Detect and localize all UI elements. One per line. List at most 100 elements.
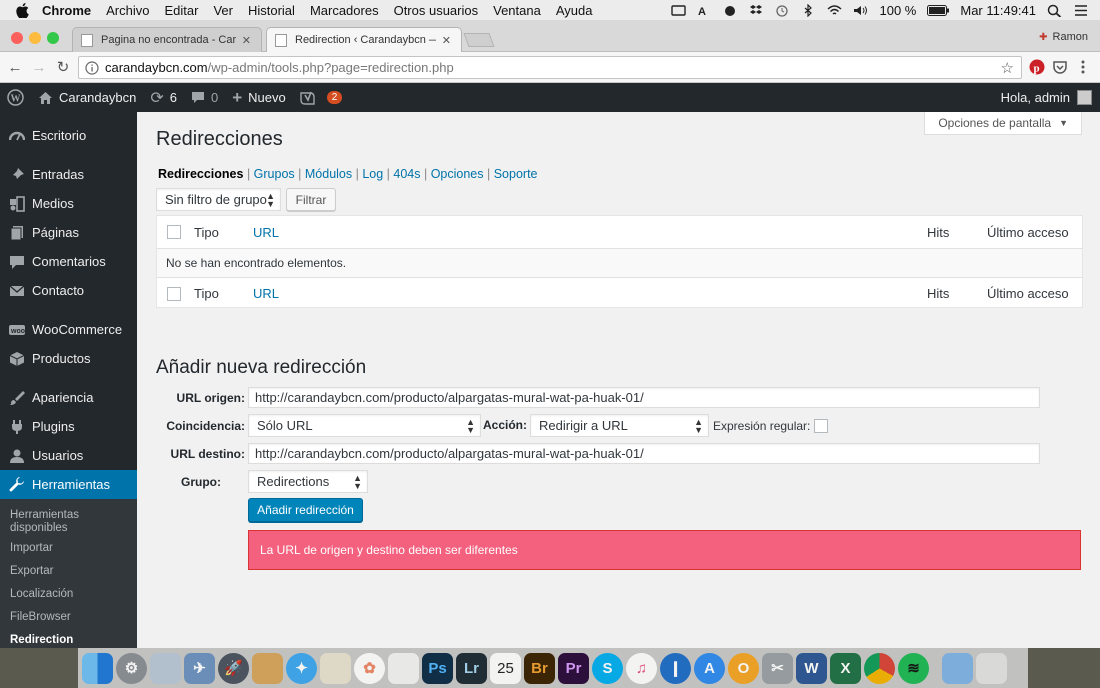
sidebar-item-paginas[interactable]: Páginas (0, 218, 137, 247)
submenu-exportar[interactable]: Exportar (0, 561, 137, 584)
column-header-url[interactable]: URL (253, 225, 279, 240)
sidebar-item-comentarios[interactable]: Comentarios (0, 247, 137, 276)
contacts-icon[interactable] (320, 652, 351, 684)
subnav-modulos[interactable]: Módulos (305, 167, 352, 181)
pinterest-extension-icon[interactable]: p (1029, 59, 1045, 75)
finder-icon[interactable] (82, 652, 113, 684)
submenu-redirection[interactable]: Redirection (0, 630, 137, 648)
1password-icon[interactable]: ❙ (660, 652, 691, 684)
calendar-icon[interactable]: 25 (490, 652, 521, 684)
menubar-clock[interactable]: Mar 11:49:41 (960, 3, 1036, 18)
new-content-link[interactable]: + Nuevo (232, 88, 286, 108)
dropbox-icon[interactable] (749, 4, 764, 17)
window-zoom-button[interactable] (47, 32, 59, 44)
comments-link[interactable]: 0 (191, 90, 218, 105)
time-machine-icon[interactable] (775, 4, 790, 17)
back-arrow-icon[interactable]: ← (6, 58, 24, 76)
menu-ayuda[interactable]: Ayuda (556, 3, 593, 18)
add-redirection-button[interactable]: Añadir redirección (248, 498, 363, 522)
submenu-herramientas-disponibles[interactable]: Herramientas disponibles (0, 502, 137, 538)
skype-icon[interactable]: S (592, 652, 623, 684)
menu-archivo[interactable]: Archivo (106, 3, 149, 18)
word-icon[interactable]: W (796, 652, 827, 684)
filter-button[interactable]: Filtrar (286, 188, 336, 211)
account-menu[interactable]: Hola, admin (1001, 83, 1092, 112)
subnav-opciones[interactable]: Opciones (431, 167, 484, 181)
vlc-icon[interactable]: O (728, 652, 759, 684)
wifi-icon[interactable] (827, 4, 842, 17)
pocket-extension-icon[interactable] (1052, 59, 1068, 75)
lightroom-icon[interactable]: Lr (456, 652, 487, 684)
adobe-icon[interactable]: A (697, 4, 712, 18)
new-tab-button[interactable] (463, 33, 495, 47)
chrome-icon[interactable] (864, 652, 895, 684)
subnav-redirecciones[interactable]: Redirecciones (158, 167, 243, 181)
safari-icon[interactable]: ✦ (286, 652, 317, 684)
bridge-icon[interactable]: Br (524, 652, 555, 684)
window-minimize-button[interactable] (29, 32, 41, 44)
site-name-link[interactable]: Carandaybcn (38, 90, 136, 105)
yoast-seo-link[interactable]: 2 (300, 91, 343, 105)
menu-historial[interactable]: Historial (248, 3, 295, 18)
sidebar-item-escritorio[interactable]: Escritorio (0, 121, 137, 150)
column-footer-url[interactable]: URL (253, 286, 279, 301)
tab-close-icon[interactable]: ✕ (242, 34, 251, 47)
page-info-icon[interactable] (85, 60, 99, 75)
regex-checkbox[interactable] (814, 419, 829, 433)
target-url-input[interactable]: http://carandaybcn.com/producto/alpargat… (248, 443, 1040, 464)
sidebar-item-productos[interactable]: Productos (0, 344, 137, 373)
updates-link[interactable]: ⟳ 6 (150, 88, 177, 108)
sidebar-item-apariencia[interactable]: Apariencia (0, 383, 137, 412)
submenu-localizacion[interactable]: Localización (0, 584, 137, 607)
profile-button[interactable]: ✚ Ramon (1039, 31, 1088, 43)
volume-icon[interactable] (853, 4, 868, 17)
mail-icon[interactable]: ✈ (184, 652, 215, 684)
excel-icon[interactable]: X (830, 652, 861, 684)
sidebar-item-plugins[interactable]: Plugins (0, 412, 137, 441)
premiere-icon[interactable]: Pr (558, 652, 589, 684)
tools-icon[interactable]: ✂ (762, 652, 793, 684)
submenu-importar[interactable]: Importar (0, 538, 137, 561)
menu-editar[interactable]: Editar (164, 3, 198, 18)
system-preferences-icon[interactable]: ⚙ (116, 652, 147, 684)
menu-ver[interactable]: Ver (213, 3, 233, 18)
textedit-icon[interactable] (388, 652, 419, 684)
menu-marcadores[interactable]: Marcadores (310, 3, 379, 18)
source-url-input[interactable]: http://carandaybcn.com/producto/alpargat… (248, 387, 1040, 408)
bluetooth-icon[interactable] (801, 3, 816, 17)
window-close-button[interactable] (11, 32, 23, 44)
sidebar-item-usuarios[interactable]: Usuarios (0, 441, 137, 470)
appstore-icon[interactable]: A (694, 652, 725, 684)
group-filter-select[interactable]: Sin filtro de grupo ▲ ▼ (156, 188, 281, 211)
select-all-checkbox-footer[interactable] (167, 286, 181, 301)
sidebar-item-herramientas[interactable]: Herramientas (0, 470, 137, 499)
menu-otros-usuarios[interactable]: Otros usuarios (394, 3, 479, 18)
sidebar-item-contacto[interactable]: Contacto (0, 276, 137, 305)
bookmark-star-icon[interactable]: ☆ (1001, 59, 1014, 77)
address-bar[interactable]: carandaybcn.com/wp-admin/tools.php?page=… (78, 56, 1022, 79)
sidebar-item-medios[interactable]: Medios (0, 189, 137, 218)
tray-app-icon[interactable] (671, 4, 687, 17)
notes-icon[interactable] (252, 652, 283, 684)
subnav-log[interactable]: Log (362, 167, 383, 181)
chrome-menu-icon[interactable] (1075, 59, 1091, 75)
apple-menu-icon[interactable] (16, 2, 30, 18)
forward-arrow-icon[interactable]: → (30, 58, 48, 76)
trash-icon[interactable] (976, 652, 1007, 684)
preview-icon[interactable] (150, 652, 181, 684)
spotlight-search-icon[interactable] (1047, 4, 1062, 18)
battery-icon[interactable] (927, 4, 950, 16)
photos-icon[interactable]: ✿ (354, 652, 385, 684)
menu-app-name[interactable]: Chrome (42, 3, 91, 18)
submenu-filebrowser[interactable]: FileBrowser (0, 607, 137, 630)
subnav-soporte[interactable]: Soporte (494, 167, 538, 181)
action-select[interactable]: Redirigir a URL ▲ ▼ (530, 414, 709, 437)
applications-folder-icon[interactable] (942, 652, 973, 684)
wordpress-logo-icon[interactable]: W (7, 89, 24, 106)
reload-icon[interactable]: ↻ (54, 58, 72, 76)
browser-tab-active[interactable]: Redirection ‹ Carandaybcn — V ✕ (266, 27, 462, 52)
notification-center-icon[interactable] (1073, 4, 1088, 17)
sidebar-item-woocommerce[interactable]: woo WooCommerce (0, 315, 137, 344)
subnav-404s[interactable]: 404s (393, 167, 420, 181)
browser-tab-inactive[interactable]: Pagina no encontrada - Caranc ✕ (72, 27, 262, 52)
